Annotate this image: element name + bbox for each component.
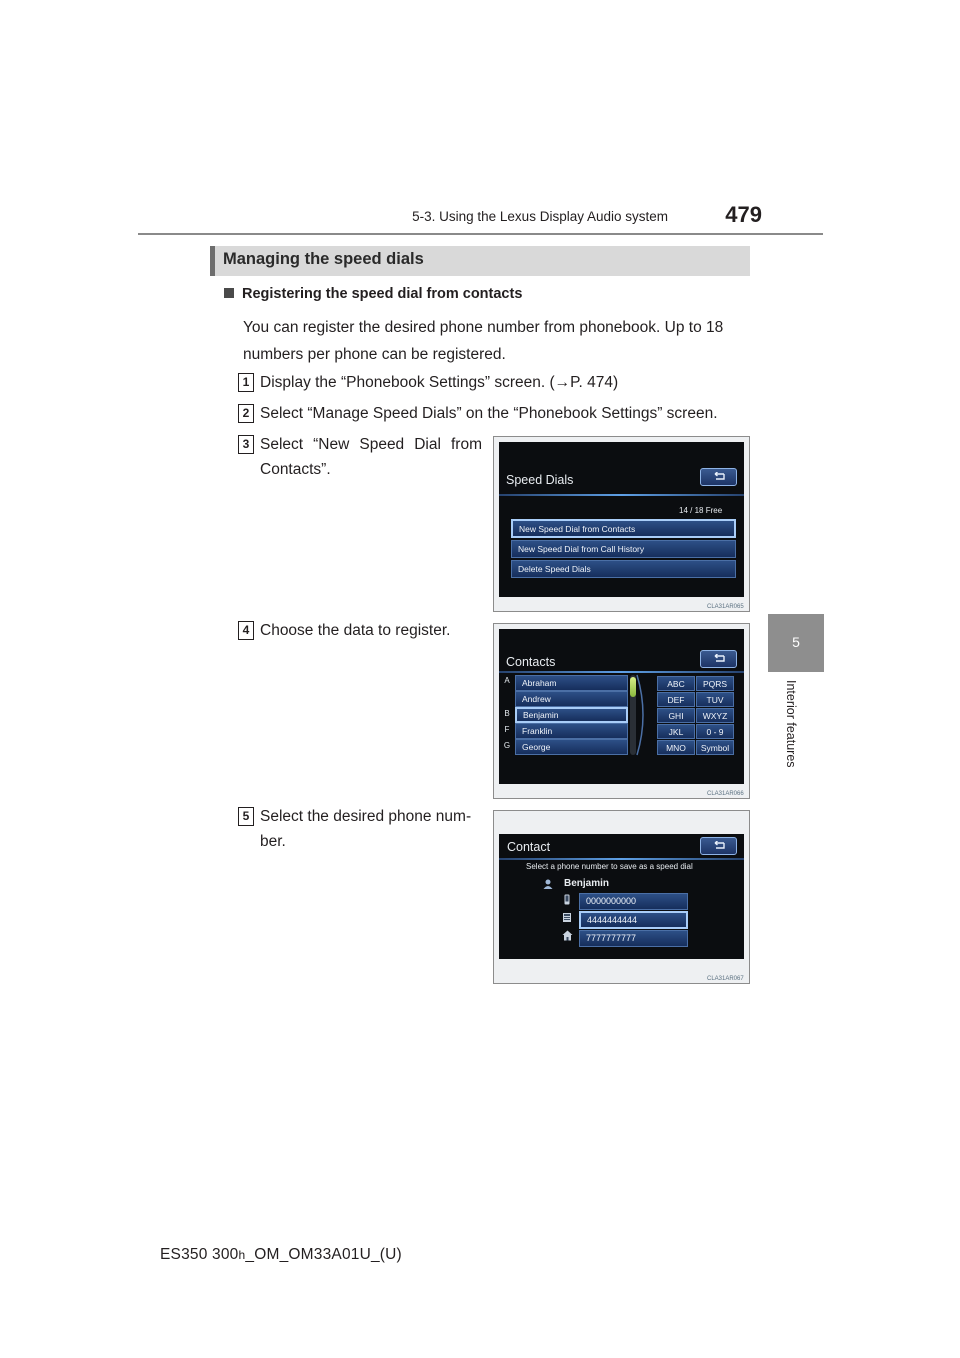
step-number-2: 2 (238, 404, 254, 423)
contact-item-george[interactable]: George (515, 739, 628, 755)
key-0-9[interactable]: 0 - 9 (696, 724, 734, 739)
back-arrow-icon (714, 472, 725, 480)
subsection-title: Registering the speed dial from contacts (242, 286, 523, 302)
step-text-2: Select “Manage Speed Dials” on the “Phon… (260, 405, 718, 422)
key-mno[interactable]: MNO (657, 740, 695, 755)
delete-speed-dials-button[interactable]: Delete Speed Dials (511, 560, 736, 578)
title-underline (499, 671, 744, 673)
phone-number-home[interactable]: 7777777777 (579, 930, 688, 947)
step-number-4: 4 (238, 621, 254, 640)
screen-speed-dials: Speed Dials 14 / 18 Free New Speed Dial … (499, 442, 744, 597)
step-number-1: 1 (238, 373, 254, 392)
screen-title-contacts: Contacts (506, 655, 556, 669)
document-code: ES350 300h_OM_OM33A01U_(U) (160, 1246, 402, 1264)
document-code-prefix: ES350 300 (160, 1246, 239, 1263)
contact-item-abraham[interactable]: Abraham (515, 675, 628, 691)
figure-code: CLA31AR067 (707, 976, 744, 982)
back-button[interactable] (700, 468, 737, 486)
new-speed-dial-from-contacts-button[interactable]: New Speed Dial from Contacts (511, 519, 736, 538)
index-letter-b: B (504, 709, 510, 718)
index-letter-f: F (504, 725, 510, 734)
index-letter-a: A (504, 676, 510, 685)
back-button[interactable] (700, 837, 737, 855)
page-number: 479 (725, 202, 762, 227)
chapter-title: Interior features (784, 680, 798, 768)
running-header-section: 5-3. Using the Lexus Display Audio syste… (412, 209, 668, 224)
screenshot-speed-dials: Speed Dials 14 / 18 Free New Speed Dial … (493, 436, 750, 612)
screen-title-contact: Contact (507, 840, 551, 854)
key-wxyz[interactable]: WXYZ (696, 708, 734, 723)
key-def[interactable]: DEF (657, 692, 695, 707)
section-title: Managing the speed dials (223, 250, 424, 268)
contact-item-andrew[interactable]: Andrew (515, 691, 628, 707)
curved-divider-icon (636, 674, 644, 756)
instruction-text: Select a phone number to save as a speed… (526, 862, 693, 871)
phone-number-office[interactable]: 4444444444 (579, 911, 688, 929)
contact-item-franklin[interactable]: Franklin (515, 723, 628, 739)
title-underline (499, 494, 744, 496)
screen-contacts: Contacts A B F G Abraham Andrew Benjamin… (499, 629, 744, 784)
title-underline (499, 858, 744, 860)
mobile-phone-icon (564, 894, 570, 905)
square-bullet-icon (224, 288, 234, 298)
screen-title-speed-dials: Speed Dials (506, 473, 574, 487)
step-text-4: Choose the data to register. (260, 622, 451, 639)
key-tuv[interactable]: TUV (696, 692, 734, 707)
figure-code: CLA31AR066 (707, 791, 744, 797)
person-icon (543, 879, 553, 889)
step-text-5: Select the desired phone num-ber. (260, 808, 472, 850)
figure-code: CLA31AR065 (707, 604, 744, 610)
phone-number-mobile[interactable]: 0000000000 (579, 893, 688, 910)
key-ghi[interactable]: GHI (657, 708, 695, 723)
step-number-5: 5 (238, 807, 254, 826)
back-arrow-icon (714, 654, 725, 662)
intro-paragraph: You can register the desired phone numbe… (243, 319, 724, 363)
screen-contact: Contact Select a phone number to save as… (499, 834, 744, 959)
screenshot-contact: Contact Select a phone number to save as… (493, 810, 750, 984)
office-phone-icon (563, 913, 571, 922)
home-phone-icon (562, 930, 573, 941)
chapter-number: 5 (792, 634, 800, 650)
key-jkl[interactable]: JKL (657, 724, 695, 739)
step-number-3: 3 (238, 435, 254, 454)
screenshot-contacts: Contacts A B F G Abraham Andrew Benjamin… (493, 623, 750, 799)
contact-item-benjamin[interactable]: Benjamin (515, 707, 628, 723)
document-code-suffix: _OM_OM33A01U_(U) (245, 1246, 402, 1263)
index-letter-g: G (503, 741, 511, 750)
step-text-1: Display the “Phonebook Settings” screen.… (260, 374, 619, 391)
subsection-heading: Registering the speed dial from contacts (224, 286, 522, 302)
key-abc[interactable]: ABC (657, 676, 695, 691)
header-rule (138, 233, 823, 235)
key-symbol[interactable]: Symbol (696, 740, 734, 755)
key-pqrs[interactable]: PQRS (696, 676, 734, 691)
back-button[interactable] (700, 650, 737, 668)
new-speed-dial-from-call-history-button[interactable]: New Speed Dial from Call History (511, 540, 736, 558)
back-arrow-icon (714, 841, 725, 849)
free-slot-counter: 14 / 18 Free (679, 506, 723, 515)
step-text-3: Select “New Speed Dial from Contacts”. (260, 436, 482, 478)
contact-name: Benjamin (564, 878, 610, 889)
